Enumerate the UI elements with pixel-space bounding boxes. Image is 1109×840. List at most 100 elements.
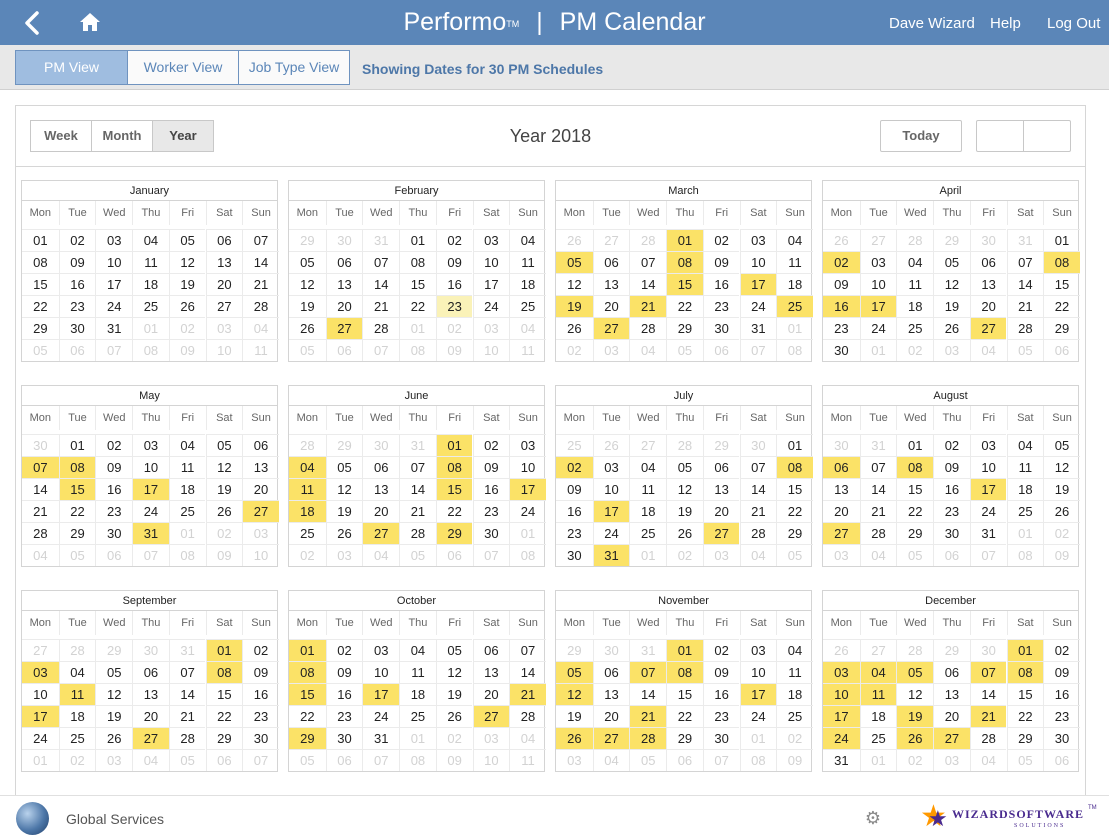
previous-period-button[interactable] [977, 121, 1024, 151]
calendar-day[interactable]: 13 [242, 456, 279, 478]
calendar-day[interactable]: 18 [776, 273, 813, 295]
pm-scheduled-day[interactable]: 03 [823, 661, 860, 683]
pm-scheduled-day[interactable]: 31 [132, 522, 169, 544]
pm-scheduled-day[interactable]: 16 [823, 295, 860, 317]
calendar-day[interactable]: 12 [435, 661, 473, 683]
calendar-day[interactable]: 08 [22, 251, 59, 273]
calendar-day[interactable]: 03 [472, 229, 510, 251]
calendar-day[interactable]: 06 [592, 661, 630, 683]
calendar-day[interactable]: 15 [22, 273, 59, 295]
pm-scheduled-day[interactable]: 08 [896, 456, 934, 478]
calendar-day[interactable]: 24 [739, 705, 777, 727]
calendar-day[interactable]: 06 [592, 251, 630, 273]
calendar-day[interactable]: 19 [933, 295, 970, 317]
calendar-day[interactable]: 30 [242, 727, 279, 749]
calendar-day[interactable]: 07 [1006, 251, 1044, 273]
calendar-day[interactable]: 25 [399, 705, 436, 727]
calendar-day[interactable]: 22 [896, 500, 934, 522]
calendar-day[interactable]: 16 [58, 273, 96, 295]
calendar-day[interactable]: 25 [168, 500, 206, 522]
calendar-day[interactable]: 07 [399, 456, 436, 478]
calendar-day[interactable]: 25 [132, 295, 169, 317]
pm-scheduled-day[interactable]: 19 [556, 295, 593, 317]
calendar-day[interactable]: 17 [95, 273, 133, 295]
calendar-day[interactable]: 13 [132, 683, 169, 705]
calendar-day[interactable]: 19 [168, 273, 206, 295]
calendar-day[interactable]: 09 [95, 456, 133, 478]
calendar-day[interactable]: 20 [472, 683, 510, 705]
calendar-day[interactable]: 13 [362, 478, 400, 500]
calendar-day[interactable]: 18 [509, 273, 546, 295]
calendar-day[interactable]: 13 [205, 251, 243, 273]
calendar-day[interactable]: 20 [132, 705, 169, 727]
calendar-day[interactable]: 01 [776, 434, 813, 456]
pm-scheduled-day[interactable]: 15 [289, 683, 326, 705]
calendar-day[interactable]: 17 [472, 273, 510, 295]
calendar-day[interactable]: 15 [205, 683, 243, 705]
pm-scheduled-day[interactable]: 06 [823, 456, 860, 478]
calendar-day[interactable]: 02 [1043, 639, 1080, 661]
calendar-day[interactable]: 20 [592, 295, 630, 317]
calendar-day[interactable]: 23 [242, 705, 279, 727]
calendar-day[interactable]: 26 [1043, 500, 1080, 522]
calendar-day[interactable]: 31 [362, 727, 400, 749]
calendar-day[interactable]: 05 [205, 434, 243, 456]
calendar-day[interactable]: 02 [933, 434, 970, 456]
calendar-day[interactable]: 22 [435, 500, 473, 522]
calendar-day[interactable]: 31 [739, 317, 777, 339]
calendar-day[interactable]: 21 [242, 273, 279, 295]
gear-icon[interactable]: ⚙ [863, 808, 883, 828]
pm-scheduled-day[interactable]: 27 [969, 317, 1007, 339]
calendar-day[interactable]: 13 [823, 478, 860, 500]
calendar-day[interactable]: 03 [592, 456, 630, 478]
calendar-day[interactable]: 04 [629, 456, 667, 478]
calendar-day[interactable]: 07 [509, 639, 546, 661]
calendar-day[interactable]: 04 [776, 639, 813, 661]
pm-scheduled-day[interactable]: 21 [629, 705, 667, 727]
calendar-day[interactable]: 26 [168, 295, 206, 317]
user-name-link[interactable]: Dave Wizard [889, 15, 975, 33]
calendar-day[interactable]: 23 [556, 522, 593, 544]
calendar-day[interactable]: 27 [205, 295, 243, 317]
calendar-day[interactable]: 15 [399, 273, 436, 295]
pm-scheduled-day[interactable]: 17 [823, 705, 860, 727]
calendar-day[interactable]: 23 [933, 500, 970, 522]
calendar-day[interactable]: 14 [509, 661, 546, 683]
calendar-day[interactable]: 02 [58, 229, 96, 251]
calendar-day[interactable]: 12 [1043, 456, 1080, 478]
calendar-day[interactable]: 16 [702, 273, 740, 295]
calendar-day[interactable]: 28 [242, 295, 279, 317]
calendar-day[interactable]: 28 [739, 522, 777, 544]
pm-scheduled-day[interactable]: 05 [556, 251, 593, 273]
calendar-day[interactable]: 02 [702, 229, 740, 251]
calendar-day[interactable]: 30 [58, 317, 96, 339]
calendar-day[interactable]: 21 [1006, 295, 1044, 317]
calendar-day[interactable]: 18 [896, 295, 934, 317]
calendar-day[interactable]: 20 [242, 478, 279, 500]
calendar-day[interactable]: 29 [896, 522, 934, 544]
calendar-day[interactable]: 23 [435, 295, 473, 317]
calendar-day[interactable]: 25 [776, 705, 813, 727]
calendar-day[interactable]: 06 [362, 456, 400, 478]
calendar-day[interactable]: 06 [132, 661, 169, 683]
calendar-day[interactable]: 13 [592, 683, 630, 705]
calendar-day[interactable]: 26 [325, 522, 363, 544]
calendar-day[interactable]: 12 [666, 478, 703, 500]
pm-scheduled-day[interactable]: 26 [896, 727, 934, 749]
pm-scheduled-day[interactable]: 27 [325, 317, 363, 339]
pm-scheduled-day[interactable]: 04 [859, 661, 897, 683]
calendar-day[interactable]: 04 [132, 229, 169, 251]
calendar-day[interactable]: 19 [289, 295, 326, 317]
calendar-day[interactable]: 03 [859, 251, 897, 273]
calendar-day[interactable]: 06 [472, 639, 510, 661]
pm-scheduled-day[interactable]: 11 [58, 683, 96, 705]
calendar-day[interactable]: 02 [702, 639, 740, 661]
calendar-day[interactable]: 18 [629, 500, 667, 522]
calendar-day[interactable]: 03 [739, 639, 777, 661]
calendar-day[interactable]: 04 [58, 661, 96, 683]
calendar-day[interactable]: 11 [896, 273, 934, 295]
calendar-day[interactable]: 14 [739, 478, 777, 500]
calendar-day[interactable]: 06 [969, 251, 1007, 273]
calendar-day[interactable]: 08 [399, 251, 436, 273]
calendar-day[interactable]: 16 [242, 683, 279, 705]
